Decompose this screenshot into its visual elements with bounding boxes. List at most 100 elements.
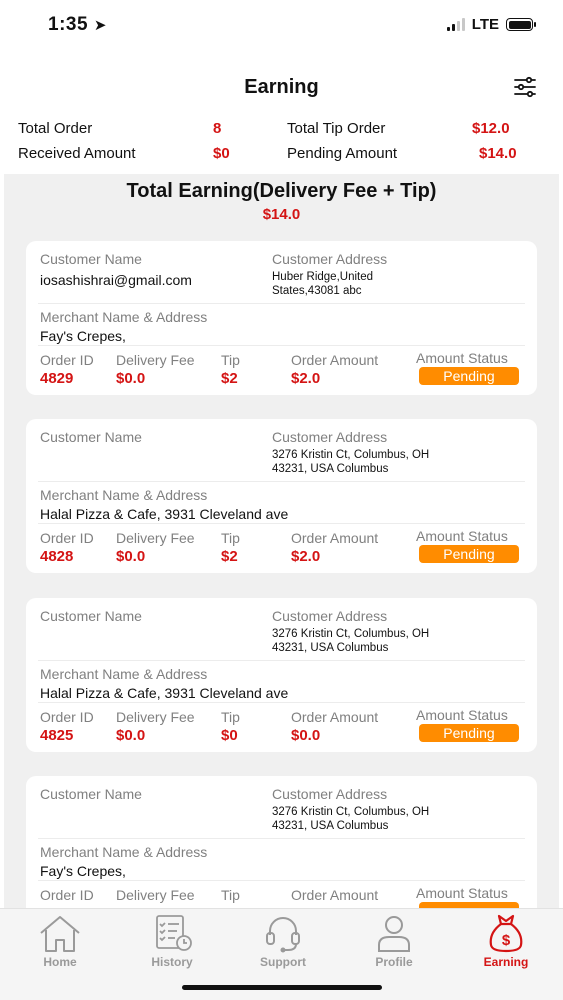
order-card[interactable]: Customer Name Customer Address 3276 Kris…	[26, 776, 537, 908]
amount-status-label: Amount Status	[416, 350, 508, 366]
tip-value: $2	[221, 548, 238, 565]
divider	[38, 660, 525, 661]
total-order-value: 8	[213, 120, 222, 137]
page-title: Earning	[244, 76, 319, 98]
nav-label: History	[151, 955, 193, 969]
home-icon	[40, 916, 80, 952]
customer-address-label: Customer Address	[272, 608, 388, 624]
status-bar: 1:35 ➤ LTE	[0, 0, 563, 50]
headset-icon	[266, 917, 300, 953]
order-card[interactable]: Customer Name Customer Address 3276 Kris…	[26, 598, 537, 752]
filter-sliders-icon[interactable]	[513, 76, 537, 98]
order-amount: $2.0	[291, 370, 321, 387]
header: Earning	[0, 70, 563, 104]
order-id-label: Order ID	[40, 709, 94, 725]
home-indicator	[181, 985, 382, 990]
address-line: 3276 Kristin Ct, Columbus, OH	[272, 449, 430, 461]
divider	[38, 345, 525, 346]
divider	[38, 838, 525, 839]
total-earning-title: Total Earning(Delivery Fee + Tip)	[126, 180, 437, 202]
customer-address: 3276 Kristin Ct, Columbus, OH 43231, USA…	[272, 805, 462, 833]
address-line: 43231, USA Columbus	[272, 820, 389, 832]
merchant-name: Halal Pizza & Cafe, 3931 Cleveland ave	[40, 506, 289, 522]
order-id: 4825	[40, 727, 74, 744]
tip-label: Tip	[221, 709, 240, 725]
order-card[interactable]: Customer Name Customer Address 3276 Kris…	[26, 419, 537, 573]
nav-profile[interactable]: Profile	[338, 909, 450, 971]
nav-history[interactable]: History	[116, 909, 228, 971]
tip-label: Tip	[221, 352, 240, 368]
nav-label: Profile	[375, 955, 413, 969]
customer-name-label: Customer Name	[40, 786, 142, 802]
order-amount-label: Order Amount	[291, 709, 379, 725]
customer-address: Huber Ridge,United States,43081 abc	[272, 270, 462, 298]
address-line: Huber Ridge,United	[272, 271, 374, 283]
order-id-label: Order ID	[40, 887, 94, 903]
customer-name-label: Customer Name	[40, 608, 142, 624]
money-bag-icon: $	[489, 914, 523, 953]
customer-address: 3276 Kristin Ct, Columbus, OH 43231, USA…	[272, 627, 462, 655]
total-tip-order-value: $12.0	[472, 120, 510, 137]
nav-label: Earning	[483, 955, 529, 969]
divider	[38, 880, 525, 881]
merchant-name: Halal Pizza & Cafe, 3931 Cleveland ave	[40, 685, 289, 701]
divider	[38, 523, 525, 524]
summary-row: Received Amount $0 Pending Amount $14.0	[18, 145, 545, 169]
total-earning-value: $14.0	[262, 206, 301, 223]
address-line: 3276 Kristin Ct, Columbus, OH	[272, 806, 430, 818]
address-line: 43231, USA Columbus	[272, 463, 389, 475]
earning-summary: Total Order 8 Total Tip Order $12.0 Rece…	[18, 118, 545, 170]
address-line: 3276 Kristin Ct, Columbus, OH	[272, 628, 430, 640]
nav-support[interactable]: Support	[227, 909, 339, 971]
tip-value: $0	[221, 727, 238, 744]
total-order-label: Total Order	[18, 120, 93, 137]
tip-label: Tip	[221, 530, 240, 546]
order-id: 4829	[40, 370, 74, 387]
customer-name: iosashishrai@gmail.com	[40, 272, 192, 288]
order-card[interactable]: Customer Name iosashishrai@gmail.com Cus…	[26, 241, 537, 395]
merchant-name: Fay's Crepes,	[40, 863, 126, 879]
received-amount-label: Received Amount	[18, 145, 136, 162]
order-amount-label: Order Amount	[291, 887, 379, 903]
merchant-name: Fay's Crepes,	[40, 328, 126, 344]
order-id: 4828	[40, 548, 74, 565]
order-amount-label: Order Amount	[291, 352, 379, 368]
received-amount-value: $0	[213, 145, 230, 162]
order-id-label: Order ID	[40, 530, 94, 546]
divider	[38, 702, 525, 703]
network-label: LTE	[471, 16, 499, 33]
amount-status-label: Amount Status	[416, 707, 508, 723]
amount-status-label: Amount Status	[416, 885, 508, 901]
orders-list[interactable]: Total Earning(Delivery Fee + Tip) $14.0 …	[4, 174, 559, 908]
nav-label: Home	[43, 955, 77, 969]
pending-amount-label: Pending Amount	[287, 145, 398, 162]
delivery-fee: $0.0	[116, 370, 146, 387]
delivery-fee-label: Delivery Fee	[116, 352, 195, 368]
merchant-label: Merchant Name & Address	[40, 487, 208, 503]
nav-label: Support	[260, 955, 306, 969]
order-amount: $2.0	[291, 548, 321, 565]
bottom-nav: Home History Support Profile $ Earning	[0, 908, 563, 1000]
signal-icon	[446, 18, 465, 31]
amount-status-label: Amount Status	[416, 528, 508, 544]
order-amount: $0.0	[291, 727, 321, 744]
status-badge: Pending	[419, 367, 519, 385]
customer-address-label: Customer Address	[272, 786, 388, 802]
delivery-fee: $0.0	[116, 548, 146, 565]
nav-earning[interactable]: $ Earning	[450, 909, 562, 971]
pending-amount-value: $14.0	[479, 145, 517, 162]
merchant-label: Merchant Name & Address	[40, 844, 208, 860]
tip-value: $2	[221, 370, 238, 387]
delivery-fee-label: Delivery Fee	[116, 530, 195, 546]
divider	[38, 303, 525, 304]
history-icon	[156, 915, 192, 951]
nav-home[interactable]: Home	[4, 909, 116, 971]
status-badge: Pending	[419, 545, 519, 563]
order-id-label: Order ID	[40, 352, 94, 368]
customer-name-label: Customer Name	[40, 429, 142, 445]
order-amount-label: Order Amount	[291, 530, 379, 546]
battery-icon	[506, 18, 536, 31]
address-line: States,43081 abc	[272, 285, 362, 297]
status-time: 1:35 ➤	[48, 14, 107, 35]
status-indicators: LTE	[446, 16, 536, 33]
